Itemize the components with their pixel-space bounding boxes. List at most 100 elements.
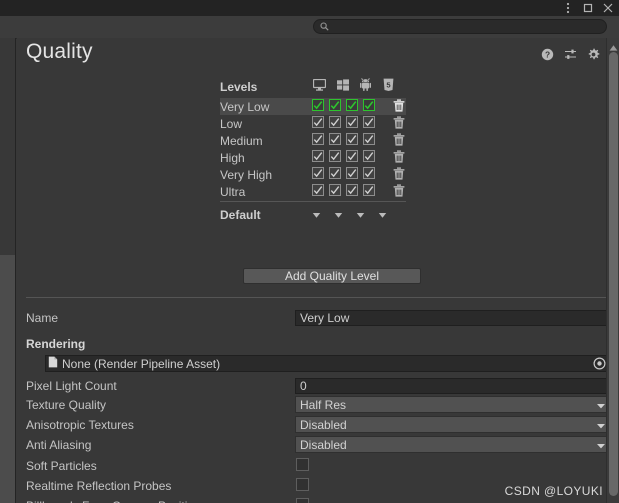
realtime-reflection-probes-checkbox[interactable] — [296, 478, 309, 491]
chevron-down-icon[interactable] — [312, 209, 321, 219]
anisotropic-textures-value: Disabled — [300, 417, 347, 432]
level-platform-checkbox[interactable] — [346, 167, 358, 179]
name-input[interactable]: Very Low — [295, 310, 610, 326]
chevron-down-icon — [596, 400, 606, 410]
search-icon — [320, 20, 329, 34]
default-level-row: Default — [220, 205, 406, 225]
level-name: Medium — [220, 134, 263, 148]
chevron-down-icon[interactable] — [356, 209, 365, 219]
level-platform-checkbox[interactable] — [363, 150, 375, 162]
close-icon[interactable] — [599, 0, 617, 16]
anti-aliasing-value: Disabled — [300, 437, 347, 452]
name-label: Name — [26, 311, 59, 325]
level-platform-checkbox[interactable] — [346, 133, 358, 145]
levels-header-label: Levels — [220, 80, 258, 94]
level-platform-checkbox[interactable] — [329, 133, 341, 145]
table-row[interactable]: Ultra — [220, 183, 406, 200]
level-platform-checkbox[interactable] — [329, 184, 341, 196]
panel-header-icons: ? — [540, 47, 600, 61]
object-picker-icon[interactable] — [593, 357, 606, 370]
render-pipeline-asset-value: None (Render Pipeline Asset) — [62, 356, 221, 371]
table-row[interactable]: Low — [220, 115, 406, 132]
level-platform-checkbox[interactable] — [312, 99, 324, 111]
level-platform-checkbox[interactable] — [312, 150, 324, 162]
level-platform-checkbox[interactable] — [363, 167, 375, 179]
table-row[interactable]: Medium — [220, 132, 406, 149]
search-input[interactable] — [333, 20, 600, 33]
standalone-platform-icon[interactable] — [313, 77, 326, 92]
anisotropic-textures-label: Anisotropic Textures — [26, 418, 134, 432]
trash-icon[interactable] — [393, 167, 405, 180]
anisotropic-textures-dropdown[interactable]: Disabled — [295, 416, 610, 433]
trash-icon[interactable] — [393, 133, 405, 146]
billboards-face-camera-checkbox[interactable] — [296, 498, 309, 503]
window-controls — [559, 0, 617, 16]
chevron-down-icon[interactable] — [378, 209, 387, 219]
table-row[interactable]: Very High — [220, 166, 406, 183]
level-platform-checkbox[interactable] — [346, 116, 358, 128]
level-platform-checkbox[interactable] — [312, 184, 324, 196]
texture-quality-value: Half Res — [300, 397, 347, 412]
windows-platform-icon[interactable] — [336, 77, 349, 92]
platform-checkboxes — [312, 116, 375, 128]
platform-checkboxes — [312, 184, 375, 196]
level-platform-checkbox[interactable] — [329, 150, 341, 162]
default-platform-dropdowns — [312, 209, 387, 219]
kebab-menu-icon[interactable] — [559, 0, 577, 16]
level-name: Ultra — [220, 185, 246, 199]
settings-categories-sidebar[interactable] — [0, 38, 16, 503]
level-platform-checkbox[interactable] — [346, 150, 358, 162]
level-platform-checkbox[interactable] — [329, 116, 341, 128]
window-titlebar — [0, 0, 619, 16]
table-row[interactable]: Very Low — [220, 98, 406, 115]
help-icon[interactable]: ? — [540, 47, 554, 61]
level-platform-checkbox[interactable] — [312, 167, 324, 179]
anti-aliasing-dropdown[interactable]: Disabled — [295, 436, 610, 453]
gear-icon[interactable] — [586, 47, 600, 61]
table-row[interactable]: High — [220, 149, 406, 166]
level-platform-checkbox[interactable] — [363, 116, 375, 128]
pixel-light-count-input[interactable]: 0 — [295, 378, 610, 394]
level-platform-checkbox[interactable] — [312, 133, 324, 145]
chevron-down-icon[interactable] — [334, 209, 343, 219]
level-platform-checkbox[interactable] — [346, 99, 358, 111]
soft-particles-checkbox[interactable] — [296, 458, 309, 471]
chevron-up-icon[interactable] — [609, 41, 618, 51]
level-platform-checkbox[interactable] — [363, 184, 375, 196]
level-name: Low — [220, 117, 243, 131]
platform-checkboxes — [312, 167, 375, 179]
level-platform-checkbox[interactable] — [329, 99, 341, 111]
default-label: Default — [220, 208, 261, 222]
texture-quality-label: Texture Quality — [26, 398, 107, 412]
level-platform-checkbox[interactable] — [312, 116, 324, 128]
trash-icon[interactable] — [393, 150, 405, 163]
svg-text:?: ? — [544, 49, 549, 59]
billboards-face-camera-label: Billboards Face Camera Position — [26, 499, 201, 503]
sidebar-selected-item-quality[interactable] — [0, 255, 15, 503]
search-toolbar — [0, 16, 619, 39]
trash-icon[interactable] — [393, 184, 405, 197]
add-quality-level-button[interactable]: Add Quality Level — [243, 268, 421, 284]
quality-levels-table: Levels 5 Very Low Low Medium High Very H… — [220, 77, 406, 225]
trash-icon[interactable] — [393, 99, 405, 112]
render-pipeline-asset-field[interactable]: None (Render Pipeline Asset) — [45, 355, 610, 372]
trash-icon[interactable] — [393, 116, 405, 129]
android-platform-icon[interactable] — [359, 77, 372, 92]
search-field-container[interactable] — [313, 19, 607, 34]
vertical-scrollbar[interactable] — [606, 38, 619, 503]
webgl-platform-icon[interactable]: 5 — [382, 77, 395, 92]
levels-table-divider — [220, 201, 406, 202]
scrollbar-thumb[interactable] — [609, 52, 618, 496]
level-platform-checkbox[interactable] — [363, 133, 375, 145]
level-platform-checkbox[interactable] — [346, 184, 358, 196]
preset-icon[interactable] — [563, 47, 577, 61]
chevron-down-icon — [596, 420, 606, 430]
level-platform-checkbox[interactable] — [363, 99, 375, 111]
property-row-pixel-light-count: Pixel Light Count 0 — [17, 376, 619, 396]
rendering-section-header: Rendering — [26, 337, 86, 351]
platform-checkboxes — [312, 133, 375, 145]
property-row-anti-aliasing: Anti Aliasing Disabled — [17, 435, 619, 455]
texture-quality-dropdown[interactable]: Half Res — [295, 396, 610, 413]
maximize-icon[interactable] — [579, 0, 597, 16]
level-platform-checkbox[interactable] — [329, 167, 341, 179]
